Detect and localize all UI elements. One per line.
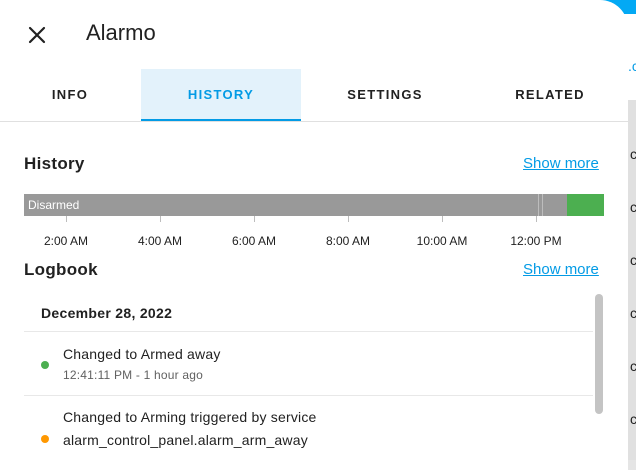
axis-tick-label: 6:00 AM xyxy=(231,234,277,248)
tab-info[interactable]: INFO xyxy=(0,69,140,121)
background-row-text: c xyxy=(630,305,636,321)
logbook-entry-time[interactable]: 12:41:11 PM - 1 hour ago xyxy=(63,368,203,382)
logbook-show-more-link[interactable]: Show more xyxy=(523,261,599,278)
axis-tick xyxy=(254,216,255,222)
axis-tick xyxy=(442,216,443,222)
more-info-dialog: Alarmo INFO HISTORY SETTINGS RELATED His… xyxy=(0,0,628,470)
timeline-segment-marker xyxy=(542,194,543,216)
logbook-list[interactable]: December 28, 2022 Changed to Armed away … xyxy=(24,294,593,464)
status-dot-arming xyxy=(41,435,49,443)
history-show-more-link[interactable]: Show more xyxy=(523,155,599,172)
background-row-text: c xyxy=(630,411,636,427)
background-row-text: c xyxy=(630,358,636,374)
logbook-heading: Logbook xyxy=(24,260,98,279)
tab-settings[interactable]: SETTINGS xyxy=(305,69,465,121)
axis-tick-label: 8:00 AM xyxy=(325,234,371,248)
tab-related[interactable]: RELATED xyxy=(470,69,630,121)
close-button[interactable] xyxy=(22,20,52,50)
timeline-state-label: Disarmed xyxy=(28,198,80,212)
tab-label: HISTORY xyxy=(187,87,255,102)
history-timeline-bar[interactable]: Disarmed xyxy=(24,194,604,216)
logbook-entry-title: Changed to Armed away xyxy=(63,346,221,362)
dialog-header: Alarmo xyxy=(0,0,628,70)
background-row-text: c xyxy=(630,199,636,215)
logbook-entry-title: Changed to Arming triggered by service xyxy=(63,409,317,425)
divider xyxy=(24,331,593,332)
background-row-text: c xyxy=(630,146,636,162)
tab-label: RELATED xyxy=(515,87,585,102)
status-dot-armed xyxy=(41,361,49,369)
logbook-date-header: December 28, 2022 xyxy=(41,305,173,321)
logbook-scrollbar[interactable] xyxy=(595,294,603,414)
tab-bar: INFO HISTORY SETTINGS RELATED xyxy=(0,69,628,122)
background-row-text: c xyxy=(630,252,636,268)
active-tab-indicator xyxy=(141,119,301,121)
axis-tick xyxy=(66,216,67,222)
tab-label: INFO xyxy=(51,87,89,102)
dialog-title: Alarmo xyxy=(86,20,156,45)
timeline-armed-segment[interactable] xyxy=(567,194,604,216)
axis-tick xyxy=(348,216,349,222)
axis-tick-label: 12:00 PM xyxy=(510,234,562,248)
axis-tick-label: 4:00 AM xyxy=(137,234,183,248)
divider xyxy=(24,395,593,396)
timeline-segment-marker xyxy=(538,194,539,216)
axis-tick-label: 10:00 AM xyxy=(416,234,468,248)
logbook-entry-context: alarm_control_panel.alarm_arm_away xyxy=(63,432,308,448)
axis-tick xyxy=(160,216,161,222)
tab-history[interactable]: HISTORY xyxy=(141,69,301,121)
axis-tick-label: 2:00 AM xyxy=(43,234,89,248)
close-icon xyxy=(28,26,46,44)
tab-label: SETTINGS xyxy=(347,87,423,102)
history-heading: History xyxy=(24,154,85,173)
axis-tick xyxy=(536,216,537,222)
timeline-axis: 2:00 AM 4:00 AM 6:00 AM 8:00 AM 10:00 AM… xyxy=(24,216,604,248)
